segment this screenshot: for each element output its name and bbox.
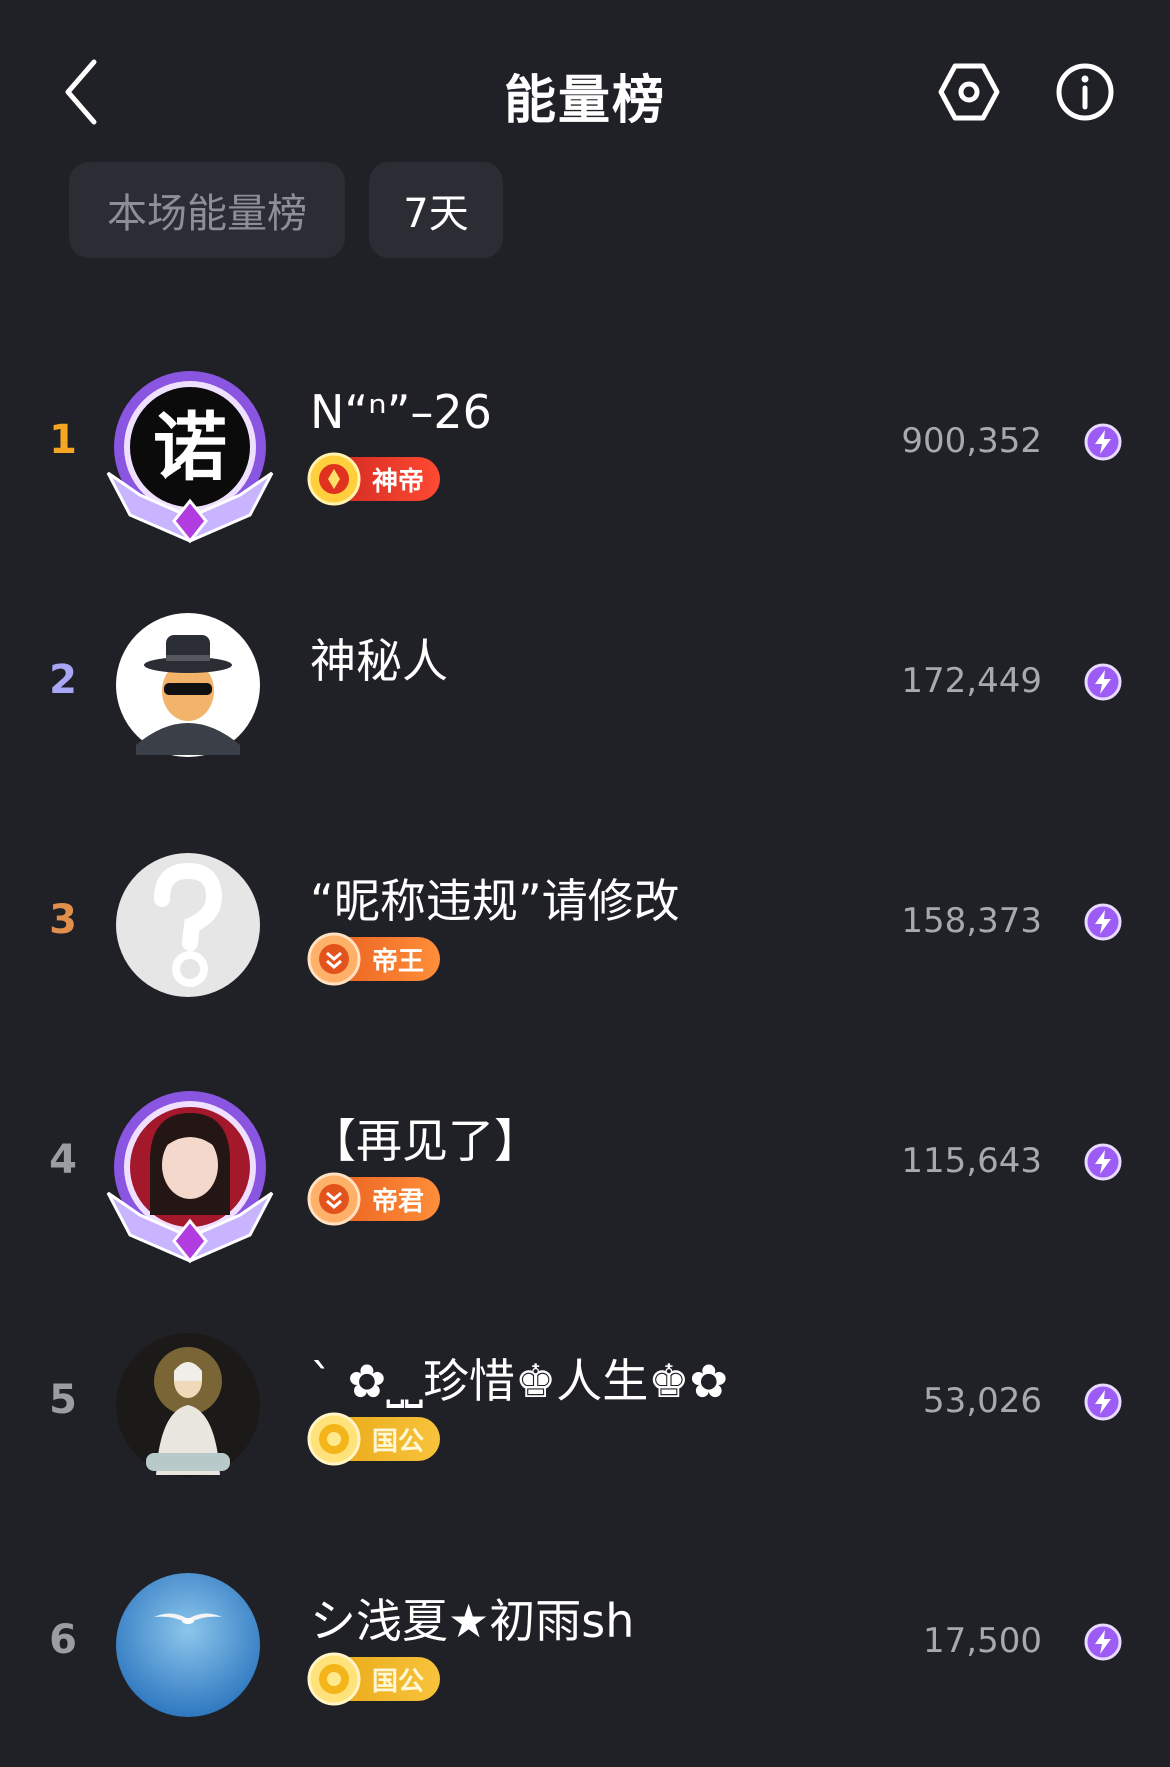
user-name: 神秘人: [310, 634, 448, 688]
energy-score: 115,643: [901, 1141, 1042, 1181]
rank-number: 1: [49, 417, 77, 463]
energy-bolt-icon: [1084, 663, 1122, 701]
info-circle-icon: [1056, 63, 1114, 121]
user-name: 【再见了】: [310, 1114, 540, 1168]
medal-icon: [307, 932, 361, 986]
tab-bar: 本场能量榜 7天: [69, 162, 503, 258]
energy-bolt-icon: [1084, 1143, 1122, 1181]
avatar-mystery-man: [116, 613, 260, 757]
level-badge: 帝王: [307, 932, 441, 986]
avatar-question-mark: [116, 853, 260, 997]
avatar-bodhisattva: [116, 1333, 260, 1477]
settings-button[interactable]: [937, 60, 1001, 124]
tab-7-days[interactable]: 7天: [369, 162, 503, 258]
avatar[interactable]: [100, 845, 280, 1025]
ranking-row[interactable]: 4 【再见了】 帝君 115,643: [0, 1065, 1170, 1265]
level-badge: 神帝: [307, 452, 441, 506]
energy-bolt-icon: [1084, 903, 1122, 941]
medal-icon: [307, 1412, 361, 1466]
rank-number: 3: [49, 897, 77, 943]
energy-score: 17,500: [923, 1621, 1042, 1661]
user-name: ` ✿⎵⎵珍惜♚人生♚✿: [310, 1354, 728, 1408]
ranking-row[interactable]: 6 シ浅夏★初雨sh 国公 17,500: [0, 1545, 1170, 1745]
ranking-row[interactable]: 3 “昵称违规”请修改 帝王 158,373: [0, 825, 1170, 1025]
svg-text:诺: 诺: [153, 405, 227, 491]
energy-score: 53,026: [923, 1381, 1042, 1421]
badge-label: 神帝: [372, 466, 425, 497]
medal-icon: [307, 1652, 361, 1706]
energy-score: 172,449: [901, 661, 1042, 701]
ranking-row[interactable]: 5 ` ✿⎵⎵珍惜♚人生♚✿ 国公 53,026: [0, 1305, 1170, 1505]
ranking-row[interactable]: 2 神秘人 172,449: [0, 585, 1170, 785]
energy-bolt-icon: [1084, 1623, 1122, 1661]
user-name: シ浅夏★初雨sh: [310, 1594, 635, 1648]
avatar[interactable]: [100, 1325, 280, 1505]
user-name: N“ⁿ”–26: [310, 385, 492, 439]
energy-bolt-icon: [1084, 423, 1122, 461]
rank-number: 4: [49, 1137, 77, 1183]
hexagon-settings-icon: [938, 63, 1000, 121]
info-button[interactable]: [1053, 60, 1117, 124]
medal-icon: [307, 1172, 361, 1226]
level-badge: 国公: [307, 1412, 441, 1466]
badge-label: 国公: [372, 1666, 425, 1697]
medal-icon: [307, 452, 361, 506]
badge-label: 帝君: [372, 1186, 425, 1217]
energy-score: 900,352: [901, 421, 1042, 461]
rank-number: 2: [49, 657, 77, 703]
badge-label: 帝王: [372, 946, 425, 977]
avatar[interactable]: [100, 605, 280, 785]
tab-session-ranking[interactable]: 本场能量榜: [69, 162, 345, 258]
avatar-sky-bird: [116, 1573, 260, 1717]
rank-number: 6: [49, 1617, 77, 1663]
avatar-calligraphy: 诺: [106, 371, 274, 544]
user-name: “昵称违规”请修改: [310, 874, 680, 928]
avatar[interactable]: [100, 1565, 280, 1745]
level-badge: 帝君: [307, 1172, 441, 1226]
header: 能量榜: [0, 0, 1170, 180]
badge-label: 国公: [372, 1426, 425, 1457]
rank-number: 5: [49, 1377, 77, 1423]
avatar[interactable]: 诺: [100, 365, 280, 545]
energy-ranking-page: 能量榜 本场能量榜 7天 1 诺 N“ⁿ”–26 神帝 900,352 2 神秘…: [0, 0, 1170, 1767]
ranking-row[interactable]: 1 诺 N“ⁿ”–26 神帝 900,352: [0, 345, 1170, 545]
energy-score: 158,373: [901, 901, 1042, 941]
avatar-woman-photo: [106, 1091, 274, 1264]
level-badge: 国公: [307, 1652, 441, 1706]
energy-bolt-icon: [1084, 1383, 1122, 1421]
avatar[interactable]: [100, 1085, 280, 1265]
